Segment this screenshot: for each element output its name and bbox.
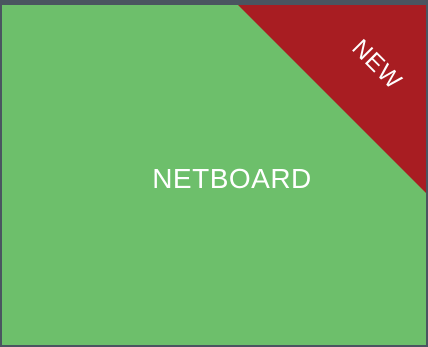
new-ribbon [238,5,426,193]
netboard-tile[interactable]: NETBOARD NEW [2,5,426,345]
